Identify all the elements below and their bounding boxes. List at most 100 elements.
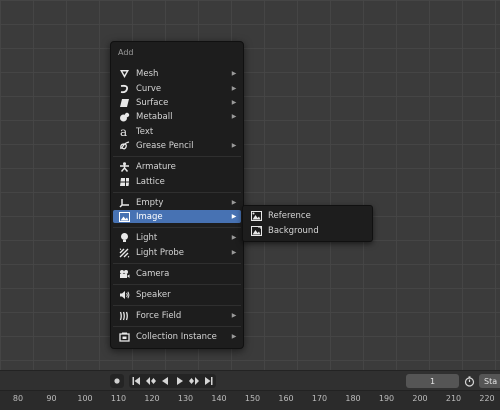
submenu-arrow-icon: ▶: [231, 142, 237, 149]
submenu-item-reference[interactable]: Reference: [245, 209, 370, 222]
armature-icon: [118, 161, 130, 172]
surface-icon: [118, 97, 130, 108]
ruler-tick-label: 90: [46, 394, 57, 403]
jump-to-end-button[interactable]: [202, 374, 216, 388]
menu-item-label: Mesh: [136, 68, 159, 79]
menu-separator: [113, 326, 241, 327]
current-frame-field[interactable]: 1: [406, 374, 459, 388]
submenu-arrow-icon: ▶: [231, 70, 237, 77]
ruler-tick-label: 120: [144, 394, 160, 403]
force-field-icon: [118, 310, 130, 321]
submenu-item-background[interactable]: Background: [245, 224, 370, 237]
playback-controls: [129, 374, 216, 388]
3d-viewport[interactable]: [0, 0, 500, 370]
add-menu: Add Mesh ▶ Curve ▶ Surface ▶ Metaball ▶ …: [110, 41, 244, 349]
ruler-tick-label: 200: [412, 394, 428, 403]
submenu-arrow-icon: ▶: [231, 99, 237, 106]
menu-item-label: Surface: [136, 97, 169, 108]
submenu-item-label: Reference: [268, 210, 311, 221]
menu-separator: [113, 192, 241, 193]
ruler-tick-label: 220: [479, 394, 495, 403]
menu-item-light-probe[interactable]: Light Probe ▶: [113, 246, 241, 259]
lattice-icon: [118, 176, 130, 187]
ruler-tick-label: 80: [12, 394, 24, 403]
collection-instance-icon: [118, 331, 130, 342]
mesh-icon: [118, 68, 130, 79]
submenu-arrow-icon: ▶: [231, 333, 237, 340]
ruler-tick-label: 130: [177, 394, 194, 403]
submenu-arrow-icon: ▶: [231, 312, 237, 319]
menu-item-metaball[interactable]: Metaball ▶: [113, 110, 241, 123]
menu-item-camera[interactable]: Camera: [113, 267, 241, 280]
menu-item-label: Armature: [136, 161, 176, 172]
ruler-tick-label: 190: [378, 394, 395, 403]
ruler-tick-label: 150: [244, 394, 261, 403]
prev-keyframe-button[interactable]: [144, 374, 158, 388]
record-icon: [114, 378, 120, 384]
menu-separator: [113, 156, 241, 157]
menu-item-lattice[interactable]: Lattice: [113, 175, 241, 188]
jump-to-start-button[interactable]: [129, 374, 143, 388]
menu-item-label: Collection Instance: [136, 331, 217, 342]
stopwatch-icon[interactable]: [463, 374, 476, 388]
menu-item-label: Camera: [136, 268, 170, 279]
grease-pencil-icon: [118, 140, 130, 151]
empty-icon: [118, 197, 130, 208]
speaker-icon: [118, 289, 130, 300]
submenu-arrow-icon: ▶: [231, 213, 237, 220]
submenu-arrow-icon: ▶: [231, 85, 237, 92]
menu-item-empty[interactable]: Empty ▶: [113, 196, 241, 209]
ruler-tick-label: 180: [345, 394, 361, 403]
next-keyframe-button[interactable]: [187, 374, 201, 388]
menu-item-speaker[interactable]: Speaker: [113, 288, 241, 301]
ruler-tick-label: 170: [311, 394, 328, 403]
menu-item-mesh[interactable]: Mesh ▶: [113, 67, 241, 80]
submenu-arrow-icon: ▶: [231, 234, 237, 241]
record-button[interactable]: [110, 374, 124, 388]
menu-item-surface[interactable]: Surface ▶: [113, 96, 241, 109]
menu-item-collection-instance[interactable]: Collection Instance ▶: [113, 330, 241, 343]
menu-item-curve[interactable]: Curve ▶: [113, 82, 241, 95]
submenu-arrow-icon: ▶: [231, 249, 237, 256]
submenu-arrow-icon: ▶: [231, 199, 237, 206]
menu-item-label: Light Probe: [136, 247, 185, 258]
ruler-tick-label: 100: [77, 394, 93, 403]
submenu-arrow-icon: ▶: [231, 113, 237, 120]
image-reference-icon: [250, 210, 262, 221]
menu-item-label: Metaball: [136, 111, 173, 122]
metaball-icon: [118, 111, 130, 122]
camera-icon: [118, 268, 130, 279]
image-icon: [118, 211, 130, 222]
ruler-tick-label: 140: [211, 394, 227, 403]
timeline-ruler[interactable]: 80 90 100 110 120 130 140 150 160 170 180 190 200 210…: [0, 390, 500, 410]
menu-item-force-field[interactable]: Force Field ▶: [113, 309, 241, 322]
menu-item-label: Lattice: [136, 176, 165, 187]
submenu-item-label: Background: [268, 225, 319, 236]
image-background-icon: [250, 225, 262, 236]
menu-separator: [113, 263, 241, 264]
start-frame-field[interactable]: Sta: [479, 374, 500, 388]
menu-item-grease-pencil[interactable]: Grease Pencil ▶: [113, 139, 241, 152]
menu-item-label: Image: [136, 211, 163, 222]
light-probe-icon: [118, 247, 130, 258]
menu-item-label: Speaker: [136, 289, 171, 300]
menu-item-image[interactable]: Image ▶: [113, 210, 241, 223]
menu-separator: [113, 305, 241, 306]
menu-separator: [113, 284, 241, 285]
play-reverse-button[interactable]: [158, 374, 172, 388]
timeline-header: 1 Sta: [0, 370, 500, 391]
ruler-tick-label: 110: [110, 394, 127, 403]
menu-item-label: Curve: [136, 83, 162, 94]
play-button[interactable]: [173, 374, 187, 388]
menu-item-text[interactable]: a Text: [113, 125, 241, 138]
light-icon: [118, 232, 130, 243]
menu-item-label: Empty: [136, 197, 164, 208]
menu-item-armature[interactable]: Armature: [113, 160, 241, 173]
menu-title: Add: [118, 48, 134, 57]
text-icon: a: [118, 126, 130, 137]
menu-item-label: Force Field: [136, 310, 182, 321]
menu-item-label: Grease Pencil: [136, 140, 194, 151]
menu-item-light[interactable]: Light ▶: [113, 231, 241, 244]
curve-icon: [118, 83, 130, 94]
menu-item-label: Text: [136, 126, 154, 137]
